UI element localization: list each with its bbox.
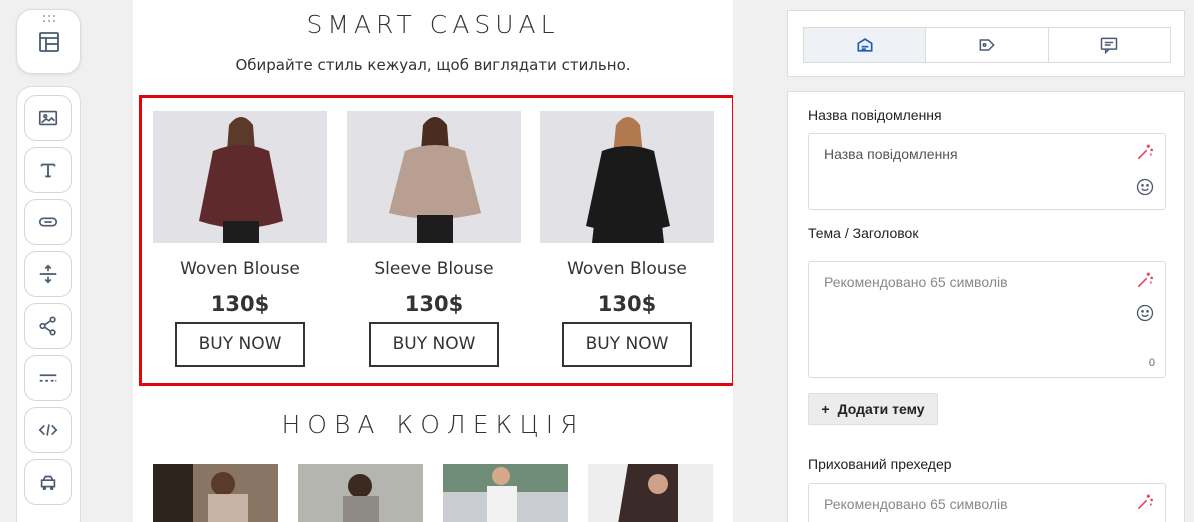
tab-tags[interactable] bbox=[926, 28, 1049, 62]
tag-icon bbox=[979, 39, 995, 51]
emoji-icon[interactable] bbox=[1135, 177, 1155, 197]
subject-field[interactable]: Рекомендовано 65 символів 0 bbox=[808, 261, 1166, 378]
message-settings-form: Назва повідомлення Назва повідомлення Те… bbox=[787, 91, 1185, 522]
product-price: 130$ bbox=[404, 292, 464, 316]
section-title: SMART CASUAL bbox=[306, 10, 560, 39]
preheader-placeholder: Рекомендовано 65 символів bbox=[824, 496, 1008, 512]
product-card[interactable]: Woven Blouse 130$ BUY NOW bbox=[153, 111, 327, 367]
divider-block-button[interactable] bbox=[24, 355, 72, 401]
tab-settings[interactable] bbox=[804, 28, 927, 62]
magic-wand-icon[interactable] bbox=[1135, 142, 1155, 162]
tab-comments[interactable] bbox=[1048, 28, 1170, 62]
spacer-icon bbox=[39, 264, 57, 284]
spacer-block-button[interactable] bbox=[24, 251, 72, 297]
collection-image bbox=[588, 464, 713, 522]
layout-tool-card bbox=[16, 9, 81, 74]
subject-label: Тема / Заголовок bbox=[808, 225, 919, 241]
product-image bbox=[347, 111, 521, 243]
collection-image bbox=[443, 464, 568, 522]
comment-icon bbox=[1101, 37, 1118, 55]
preheader-field[interactable]: Рекомендовано 65 символів bbox=[808, 483, 1166, 522]
message-name-placeholder: Назва повідомлення bbox=[824, 146, 958, 162]
product-price: 130$ bbox=[597, 292, 657, 316]
panel-tabs-card bbox=[787, 10, 1185, 77]
preheader-label: Прихований прехедер bbox=[808, 456, 952, 472]
magic-wand-icon[interactable] bbox=[1135, 492, 1155, 512]
drag-handle-icon[interactable] bbox=[43, 15, 57, 23]
collection-image bbox=[153, 464, 278, 522]
emoji-icon[interactable] bbox=[1135, 303, 1155, 323]
product-price: 130$ bbox=[210, 292, 270, 316]
divider-icon bbox=[39, 374, 57, 382]
section-subtitle: Обирайте стиль кежуал, щоб виглядати сти… bbox=[235, 56, 631, 74]
text-block-button[interactable] bbox=[24, 147, 72, 193]
social-block-button[interactable] bbox=[24, 303, 72, 349]
product-name: Woven Blouse bbox=[567, 259, 687, 279]
character-counter: 0 bbox=[1148, 357, 1155, 369]
product-block-button[interactable] bbox=[24, 459, 72, 505]
magic-wand-icon[interactable] bbox=[1135, 270, 1155, 290]
model-photo bbox=[389, 117, 481, 243]
buy-now-button[interactable]: BUY NOW bbox=[175, 322, 305, 367]
buy-now-button[interactable]: BUY NOW bbox=[562, 322, 692, 367]
message-name-label: Назва повідомлення bbox=[808, 107, 942, 123]
subject-placeholder: Рекомендовано 65 символів bbox=[824, 274, 1008, 290]
section-title: НОВА КОЛЕКЦІЯ bbox=[281, 410, 585, 439]
image-block-button[interactable] bbox=[24, 95, 72, 141]
layout-icon[interactable] bbox=[37, 30, 61, 54]
product-card[interactable]: Sleeve Blouse 130$ BUY NOW bbox=[347, 111, 521, 367]
collection-image bbox=[298, 464, 423, 522]
product-name: Sleeve Blouse bbox=[374, 259, 494, 279]
html-block-button[interactable] bbox=[24, 407, 72, 453]
share-icon bbox=[39, 316, 56, 336]
model-photo bbox=[199, 117, 283, 243]
product-image bbox=[540, 111, 714, 243]
product-name: Woven Blouse bbox=[180, 259, 300, 279]
message-name-field[interactable]: Назва повідомлення bbox=[808, 133, 1166, 210]
add-subject-label: Додати тему bbox=[837, 401, 925, 417]
image-icon bbox=[38, 110, 58, 126]
product-card[interactable]: Woven Blouse 130$ BUY NOW bbox=[540, 111, 714, 367]
button-icon bbox=[38, 217, 58, 227]
plus-icon: + bbox=[821, 401, 830, 417]
product-image bbox=[153, 111, 327, 243]
settings-icon bbox=[857, 38, 873, 52]
text-icon bbox=[40, 163, 56, 178]
code-icon bbox=[38, 424, 58, 436]
add-subject-button[interactable]: + Додати тему bbox=[808, 393, 938, 425]
email-canvas: SMART CASUAL Обирайте стиль кежуал, щоб … bbox=[133, 0, 733, 522]
product-icon bbox=[40, 475, 56, 491]
button-block-button[interactable] bbox=[24, 199, 72, 245]
buy-now-button[interactable]: BUY NOW bbox=[369, 322, 499, 367]
panel-tabs bbox=[803, 27, 1171, 63]
model-photo bbox=[586, 117, 670, 243]
content-tools-panel bbox=[16, 86, 81, 522]
